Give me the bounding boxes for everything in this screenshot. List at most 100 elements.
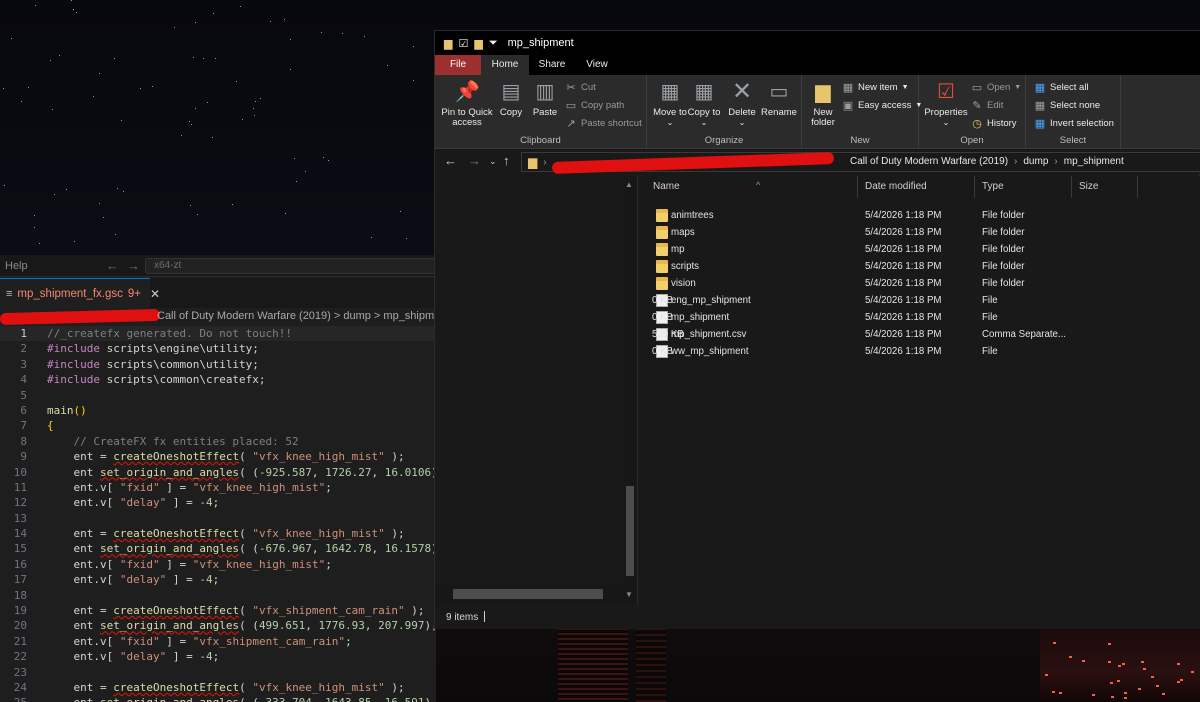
up-arrow-icon[interactable]: ↑ [503,153,510,168]
code-line[interactable]: 3 #include scripts\common\utility; [0,357,436,372]
column-header-size[interactable]: Size [1072,176,1138,198]
menu-help[interactable]: Help [5,260,28,272]
nav-horizontal-scrollbar[interactable] [435,585,625,603]
forward-arrow-icon[interactable]: → [127,258,140,273]
properties-checkbox-icon[interactable]: ☑ [458,37,468,50]
code-line[interactable]: 24 ent = createOneshotEffect( "vfx_knee_… [0,680,436,695]
code-line[interactable]: 16 ent.v[ "fxid" ] = "vfx_knee_high_mist… [0,557,436,572]
file-row[interactable]: maps 5/4/2026 1:18 PM File folder [652,225,1132,242]
recent-locations-chevron-icon[interactable]: ⌄ [489,156,497,167]
copy-to-button[interactable]: ▦ Copy to ⌄ [685,79,723,128]
command-center[interactable]: x64-zt [145,258,436,274]
file-row[interactable]: vision 5/4/2026 1:18 PM File folder [652,276,1132,293]
address-segment-dump[interactable]: dump [1023,156,1048,167]
select-all-button[interactable]: ▦ Select all [1034,81,1089,94]
line-number: 1 [20,327,27,340]
navigation-pane[interactable]: ▲ ▼ [435,176,638,605]
file-row[interactable]: mp_shipment 5/4/2026 1:18 PM File 0 KB [652,310,1132,327]
new-item-button[interactable]: ▦ New item ▼ [842,81,909,94]
easy-access-button[interactable]: ▣ Easy access ▼ [842,99,922,112]
edit-button[interactable]: ✎ Edit [971,99,1003,112]
code-line[interactable]: 15 ent set_origin_and_angles( (-676.967,… [0,541,436,556]
city-light [1117,664,1121,667]
file-row[interactable]: ww_mp_shipment 5/4/2026 1:18 PM File 0 KB [652,344,1132,361]
star [33,215,35,217]
pin-quick-access-button[interactable]: 📌 Pin to Quick access [439,79,495,128]
code-line[interactable]: 5 [0,388,436,403]
select-none-button[interactable]: ▦ Select none [1034,99,1100,112]
tab-home[interactable]: Home [481,55,529,75]
code-line[interactable]: 10 ent set_origin_and_angles( (-925.587,… [0,465,436,480]
customize-toolbar-icon[interactable]: ⏷ [489,37,498,50]
back-arrow-icon[interactable]: ← [106,258,119,273]
star [290,38,292,40]
code-line[interactable]: 17 ent.v[ "delay" ] = -4; [0,572,436,587]
back-arrow-icon[interactable]: ← [444,153,457,168]
code-line[interactable]: 2 #include scripts\engine\utility; [0,341,436,356]
scroll-up-icon[interactable]: ▲ [625,180,633,189]
file-row[interactable]: mp_shipment.csv 5/4/2026 1:18 PM Comma Sep… [652,327,1132,344]
code-line[interactable]: 25 ent set_origin_and_angles( (-333.704,… [0,695,436,702]
code-line[interactable]: 19 ent = createOneshotEffect( "vfx_shipm… [0,603,436,618]
address-bar[interactable]: ▆ › Call of Duty Modern Warfare (2019) › d… [521,152,1200,174]
file-row[interactable]: scripts 5/4/2026 1:18 PM File folder [652,259,1132,276]
code-line[interactable]: 8 // CreateFX fx entities placed: 52 [0,434,436,449]
delete-button[interactable]: ✕ Delete ⌄ [723,79,761,128]
code-line[interactable]: 21 ent.v[ "fxid" ] = "vfx_shipment_cam_r… [0,634,436,649]
cut-button[interactable]: ✂ Cut [565,81,595,94]
column-header-date[interactable]: Date modified [858,176,975,198]
code-line[interactable]: 12 ent.v[ "delay" ] = -4; [0,495,436,510]
code-line[interactable]: 9 ent = createOneshotEffect( "vfx_knee_h… [0,449,436,464]
code-line[interactable]: 13 [0,511,436,526]
forward-arrow-icon[interactable]: → [468,153,481,168]
scroll-thumb[interactable] [453,589,603,599]
city-light [1177,662,1181,665]
code-line[interactable]: 1 //_createfx generated. Do not touch!! [0,326,436,342]
line-number: 20 [13,619,27,633]
code-line[interactable]: 6 main() [0,403,436,418]
nav-vertical-scrollbar[interactable]: ▲ ▼ [624,176,636,605]
scroll-down-icon[interactable]: ▼ [625,590,633,599]
invert-selection-button[interactable]: ▦ Invert selection [1034,117,1114,130]
move-to-button[interactable]: ▦ Move to ⌄ [651,79,689,128]
history-button[interactable]: ◷ History [971,117,1016,130]
tab-share[interactable]: Share [529,55,575,75]
paste-button[interactable]: ▥ Paste [525,79,565,118]
address-segment-mp-shipment[interactable]: mp_shipment [1064,156,1124,167]
copy-path-button[interactable]: ▭ Copy path [565,99,625,112]
code-area[interactable]: 1 //_createfx generated. Do not touch!! 2 #… [0,326,436,702]
code-line[interactable]: 4 #include scripts\common\createfx; [0,372,436,387]
code-line[interactable]: 18 [0,588,436,603]
code-line[interactable]: 23 [0,665,436,680]
line-number: 3 [20,357,27,371]
tab-file[interactable]: File [435,55,481,75]
pin-icon: 📌 [455,81,480,103]
code-line[interactable]: 11 ent.v[ "fxid" ] = "vfx_knee_high_mist… [0,480,436,495]
breadcrumb[interactable]: Call of Duty Modern Warfare (2019) > dum… [0,308,436,326]
code-line[interactable]: 14 ent = createOneshotEffect( "vfx_knee_… [0,526,436,541]
open-button[interactable]: ▭ Open ▼ [971,81,1021,94]
file-row[interactable]: eng_mp_shipment 5/4/2026 1:18 PM File 0 KB [652,293,1132,310]
close-icon[interactable]: ✕ [150,287,160,301]
editor-tab-mp-shipment-fx[interactable]: ≡ mp_shipment_fx.gsc 9+ ✕ [0,278,160,308]
editor-menubar: Help ← → x64-zt [0,255,436,277]
scroll-thumb[interactable] [626,486,634,576]
column-header-type[interactable]: Type [975,176,1072,198]
code-line[interactable]: 20 ent set_origin_and_angles( (499.651, … [0,618,436,633]
rename-button[interactable]: ▭ Rename [759,79,799,118]
star [285,213,287,215]
tab-view[interactable]: View [575,55,619,75]
paste-shortcut-button[interactable]: ↗ Paste shortcut [565,117,641,130]
new-folder-quick-icon[interactable]: ▆ [474,37,482,50]
properties-button[interactable]: ☑ Properties ⌄ [923,79,969,128]
column-header-name[interactable]: Name ^ [646,176,858,198]
address-segment-cod[interactable]: Call of Duty Modern Warfare (2019) [850,156,1008,167]
move-to-icon: ▦ [660,81,680,103]
star [181,134,183,136]
star [174,26,176,28]
code-line[interactable]: 22 ent.v[ "delay" ] = -4; [0,649,436,664]
file-row[interactable]: mp 5/4/2026 1:18 PM File folder [652,242,1132,259]
file-row[interactable]: animtrees 5/4/2026 1:18 PM File folder [652,208,1132,225]
new-folder-button[interactable]: ▆ New folder [804,79,842,128]
code-line[interactable]: 7{ [0,418,436,433]
